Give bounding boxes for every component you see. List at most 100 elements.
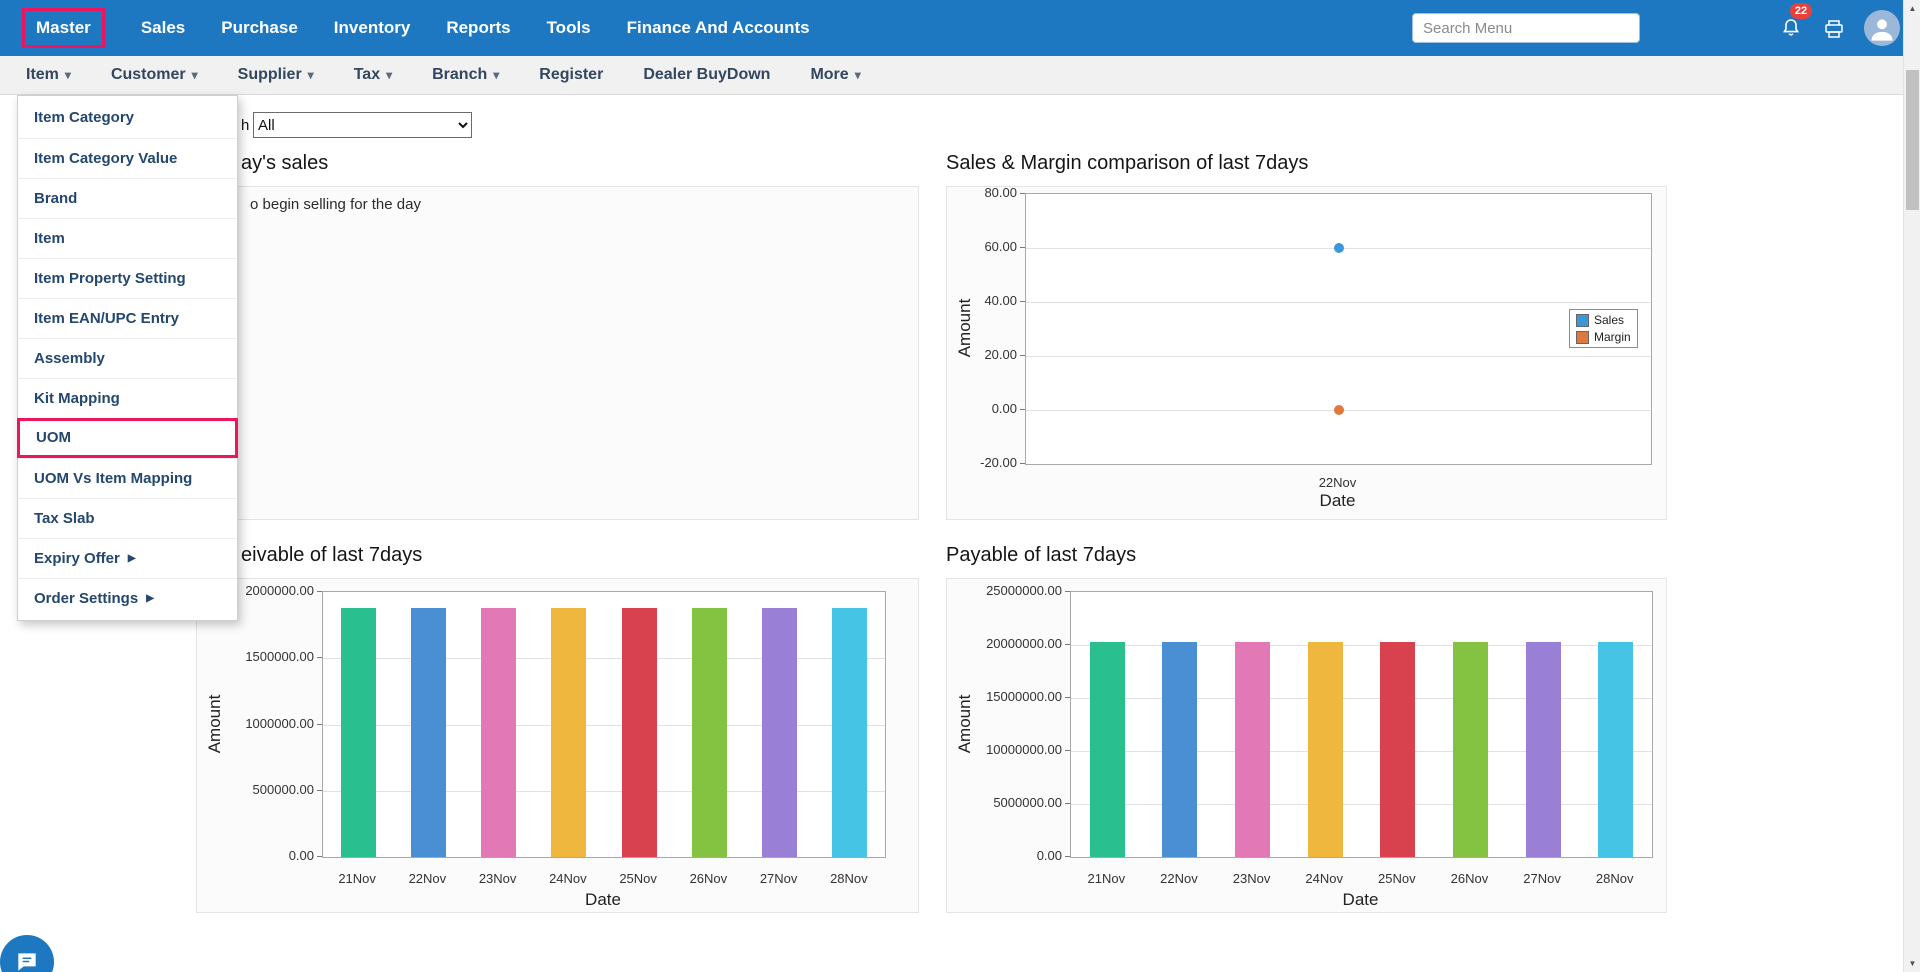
y-tick-label: 40.00	[921, 293, 1017, 308]
bars-container	[323, 592, 885, 857]
bar-21nov	[1090, 642, 1125, 857]
top-nav-item-purchase[interactable]: Purchase	[221, 18, 298, 38]
x-tick-labels: 21Nov22Nov23Nov24Nov25Nov26Nov27Nov28Nov	[322, 871, 884, 886]
user-avatar[interactable]	[1864, 10, 1900, 46]
top-nav-item-tools[interactable]: Tools	[547, 18, 591, 38]
menu-item-assembly[interactable]: Assembly	[18, 338, 237, 378]
scrollbar-thumb[interactable]	[1906, 70, 1919, 210]
sub-nav-item-customer[interactable]: Customer▾	[111, 66, 198, 84]
menu-item-label: Item Category	[34, 98, 134, 138]
menu-item-kit-mapping[interactable]: Kit Mapping	[18, 378, 237, 418]
legend-item: Margin	[1576, 330, 1631, 344]
sub-nav-item-label: Item	[26, 66, 59, 84]
x-tick-label: 21Nov	[1070, 871, 1143, 886]
receivable-title: eivable of last 7days	[241, 544, 422, 567]
sub-nav-item-supplier[interactable]: Supplier▾	[238, 66, 314, 84]
bar-27nov	[762, 608, 797, 857]
x-tick-label: 27Nov	[1506, 871, 1579, 886]
dashboard-filter-select[interactable]: All	[253, 112, 472, 138]
x-tick-label: 28Nov	[814, 871, 884, 886]
sub-nav-item-label: More	[810, 66, 848, 84]
sub-nav-items: Item▾Customer▾Supplier▾Tax▾Branch▾Regist…	[26, 56, 861, 94]
y-tick-mark	[1065, 697, 1070, 698]
x-axis-title: Date	[1343, 890, 1379, 910]
top-nav-item-inventory[interactable]: Inventory	[334, 18, 411, 38]
menu-item-order-settings[interactable]: Order Settings▶	[18, 578, 237, 618]
top-nav-item-reports[interactable]: Reports	[446, 18, 510, 38]
menu-item-uom-vs-item-mapping[interactable]: UOM Vs Item Mapping	[18, 458, 237, 498]
payable-title: Payable of last 7days	[946, 544, 1136, 567]
x-tick-label: 22Nov	[1025, 475, 1650, 490]
menu-item-item-property-setting[interactable]: Item Property Setting	[18, 258, 237, 298]
scroll-up-button[interactable]: ▲	[1904, 0, 1920, 17]
chevron-down-icon: ▾	[493, 68, 499, 82]
top-nav-item-sales[interactable]: Sales	[141, 18, 185, 38]
search-label-fragment: h	[241, 117, 249, 134]
menu-item-brand[interactable]: Brand	[18, 178, 237, 218]
y-tick-label: 20000000.00	[966, 636, 1062, 651]
menu-item-label: UOM Vs Item Mapping	[34, 459, 192, 499]
menu-item-expiry-offer[interactable]: Expiry Offer▶	[18, 538, 237, 578]
submenu-arrow-icon: ▶	[146, 579, 154, 619]
notification-bell-button[interactable]: 22	[1779, 16, 1803, 42]
x-tick-label: 25Nov	[603, 871, 673, 886]
legend-swatch	[1576, 331, 1589, 344]
print-button[interactable]	[1822, 17, 1846, 41]
x-tick-label: 26Nov	[1433, 871, 1506, 886]
x-axis-title: Date	[585, 890, 621, 910]
menu-item-label: Item Category Value	[34, 139, 177, 179]
menu-item-label: Order Settings	[34, 579, 138, 619]
chat-icon	[14, 949, 40, 972]
y-tick-mark	[1020, 193, 1025, 194]
sub-nav-item-branch[interactable]: Branch▾	[432, 66, 499, 84]
top-nav-item-master[interactable]: Master	[22, 8, 105, 48]
top-nav-item-finance-and-accounts[interactable]: Finance And Accounts	[627, 18, 810, 38]
menu-item-label: Kit Mapping	[34, 379, 120, 419]
menu-item-item-category-value[interactable]: Item Category Value	[18, 138, 237, 178]
menu-item-uom[interactable]: UOM	[17, 418, 238, 458]
scroll-down-button[interactable]: ▼	[1904, 955, 1920, 972]
chevron-down-icon: ▾	[65, 68, 71, 82]
y-tick-mark	[1020, 355, 1025, 356]
scrollbar[interactable]: ▲ ▼	[1903, 0, 1920, 972]
sub-nav-item-label: Supplier	[238, 66, 302, 84]
y-tick-mark	[1065, 591, 1070, 592]
bar-25nov	[1380, 642, 1415, 857]
y-tick-label: 60.00	[921, 239, 1017, 254]
y-tick-mark	[1065, 856, 1070, 857]
sub-nav-item-register[interactable]: Register	[539, 66, 603, 84]
y-tick-label: -20.00	[921, 455, 1017, 470]
y-tick-label: 5000000.00	[966, 795, 1062, 810]
sales-margin-title: Sales & Margin comparison of last 7days	[946, 152, 1308, 175]
y-tick-label: 15000000.00	[966, 689, 1062, 704]
menu-item-item-category[interactable]: Item Category	[18, 98, 237, 138]
menu-item-item-ean-upc-entry[interactable]: Item EAN/UPC Entry	[18, 298, 237, 338]
bars-container	[1071, 592, 1652, 857]
bell-icon	[1779, 16, 1803, 40]
legend-label: Sales	[1594, 313, 1624, 327]
y-tick-label: 0.00	[966, 848, 1062, 863]
todays-sales-panel: o begin selling for the day	[196, 186, 919, 520]
x-tick-label: 28Nov	[1578, 871, 1651, 886]
payable-chart-panel: AmountDate0.005000000.0010000000.0015000…	[946, 578, 1667, 913]
sub-nav-item-more[interactable]: More▾	[810, 66, 860, 84]
menu-item-item[interactable]: Item	[18, 218, 237, 258]
menu-item-label: UOM	[36, 421, 71, 455]
sub-nav-item-tax[interactable]: Tax▾	[354, 66, 392, 84]
x-axis-title: Date	[1320, 491, 1356, 511]
scatter-point-sales	[1334, 243, 1344, 253]
y-tick-mark	[1020, 301, 1025, 302]
sub-nav-item-dealer-buydown[interactable]: Dealer BuyDown	[643, 66, 770, 84]
y-tick-label: 1500000.00	[218, 649, 314, 664]
menu-item-tax-slab[interactable]: Tax Slab	[18, 498, 237, 538]
begin-selling-message[interactable]: o begin selling for the day	[250, 196, 421, 213]
sub-nav-item-item[interactable]: Item ▾	[26, 66, 71, 84]
bar-23nov	[481, 608, 516, 857]
y-tick-label: 500000.00	[218, 782, 314, 797]
legend-item: Sales	[1576, 313, 1631, 327]
chevron-down-icon: ▾	[386, 68, 392, 82]
search-menu-input[interactable]	[1412, 13, 1640, 43]
x-tick-label: 23Nov	[1215, 871, 1288, 886]
chat-launcher[interactable]	[0, 935, 54, 972]
x-tick-label: 25Nov	[1361, 871, 1434, 886]
